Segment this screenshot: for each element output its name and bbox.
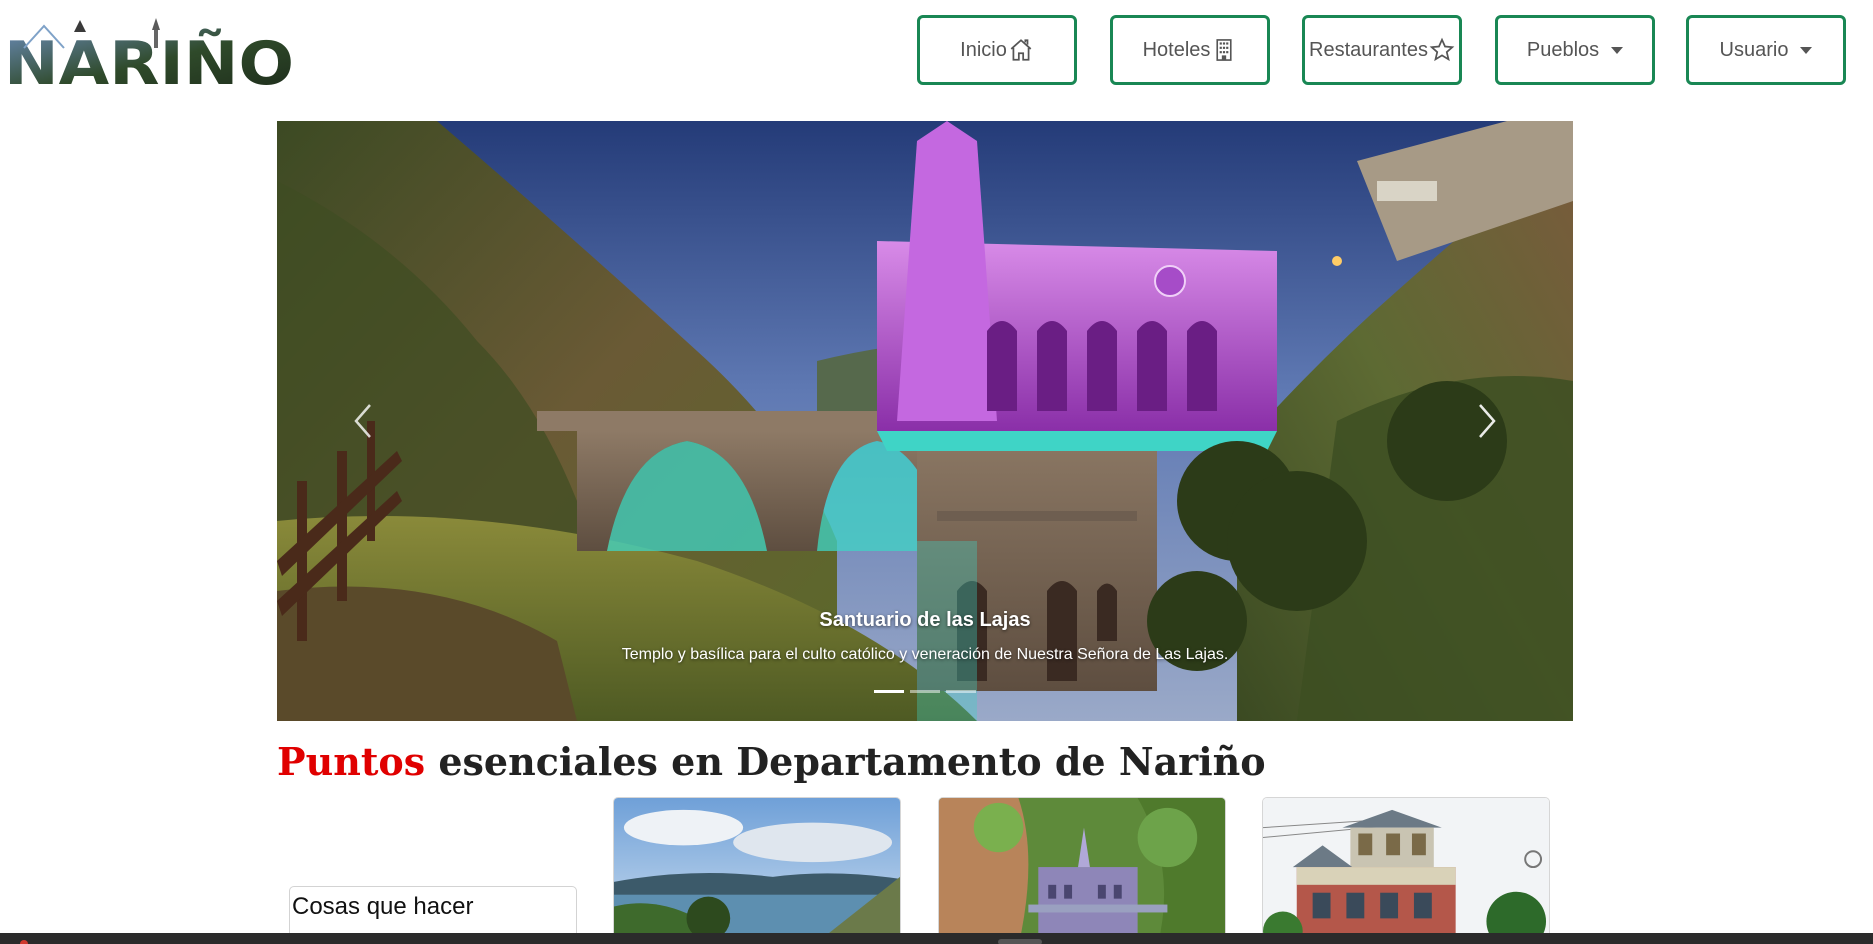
brand-logo[interactable]: NARIÑO [4, 18, 296, 86]
carousel-prev-button[interactable] [325, 381, 405, 461]
chevron-right-icon [1479, 404, 1496, 438]
narino-logo-image: NARIÑO [4, 18, 294, 86]
nav-hoteles-button[interactable]: Hoteles [1110, 15, 1270, 85]
section-title-accent: Puntos [277, 739, 426, 784]
nav-restaurantes-label: Restaurantes [1309, 38, 1428, 61]
app-indicator-icon[interactable] [20, 940, 28, 944]
home-icon [1008, 37, 1034, 63]
lake-image [614, 798, 900, 944]
chevron-down-icon [1800, 46, 1813, 54]
place-card-sanctuary[interactable] [938, 797, 1226, 944]
carousel-indicator[interactable] [910, 690, 940, 693]
nav-restaurantes-button[interactable]: Restaurantes [1302, 15, 1462, 85]
nav-usuario-dropdown[interactable]: Usuario [1686, 15, 1846, 85]
taskbar-handle[interactable] [998, 939, 1042, 944]
carousel-next-button[interactable] [1445, 381, 1525, 461]
building-icon [1211, 37, 1237, 63]
building-image [1263, 798, 1549, 944]
chevron-down-icon [1611, 46, 1624, 54]
place-card-building[interactable] [1262, 797, 1550, 944]
site-header: NARIÑO Inicio Hoteles Restaurantes Puebl… [0, 0, 1873, 110]
section-title: Puntos esenciales en Departamento de Nar… [277, 739, 1266, 784]
chevron-left-icon [354, 404, 371, 438]
nav-hoteles-label: Hoteles [1142, 38, 1211, 61]
sanctuary-image [939, 798, 1225, 944]
nav-inicio-label: Inicio [960, 38, 1007, 61]
carousel-caption-text: Templo y basílica para el culto católico… [621, 646, 1229, 663]
carousel-indicators [277, 690, 1573, 693]
things-to-do-title: Cosas que hacer [292, 893, 474, 920]
place-card-lake[interactable] [613, 797, 901, 944]
nav-inicio-button[interactable]: Inicio [917, 15, 1077, 85]
carousel-caption-title: Santuario de las Lajas [819, 609, 1031, 631]
carousel-indicator[interactable] [874, 690, 904, 693]
nav-usuario-label: Usuario [1719, 38, 1789, 61]
nav-pueblos-dropdown[interactable]: Pueblos [1495, 15, 1655, 85]
star-icon [1429, 37, 1455, 63]
section-title-rest: esenciales en Departamento de Nariño [425, 739, 1266, 784]
carousel-caption: Santuario de las Lajas Templo y basílica… [277, 609, 1573, 664]
carousel-indicator[interactable] [946, 690, 976, 693]
hero-carousel: Santuario de las Lajas Templo y basílica… [277, 121, 1573, 721]
nav-pueblos-label: Pueblos [1526, 38, 1600, 61]
os-taskbar [0, 933, 1873, 944]
svg-text:NARIÑO: NARIÑO [4, 27, 294, 86]
